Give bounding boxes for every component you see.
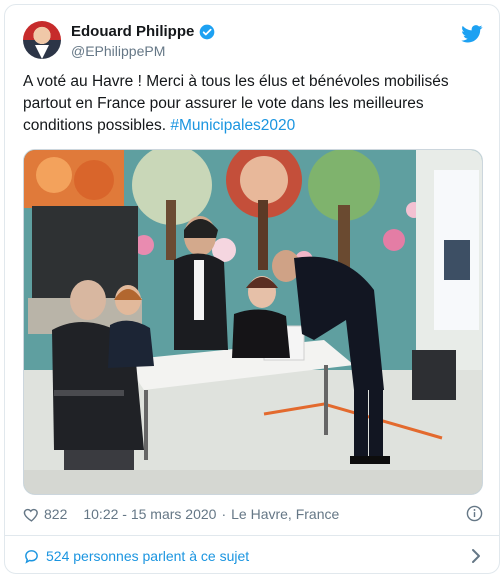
info-icon[interactable] xyxy=(466,505,483,522)
tweet-timestamp[interactable]: 10:22 - 15 mars 2020 xyxy=(83,506,216,522)
like-count: 822 xyxy=(44,506,68,522)
reply-bubble-icon xyxy=(25,549,38,564)
avatar[interactable] xyxy=(23,21,61,59)
conversation-label: 524 personnes parlent à ce sujet xyxy=(46,548,250,564)
heart-icon[interactable] xyxy=(23,506,40,523)
divider xyxy=(5,535,499,536)
verified-badge-icon xyxy=(200,24,215,39)
hashtag-link[interactable]: #Municipales2020 xyxy=(170,117,295,134)
tweet-text: A voté au Havre ! Merci à tous les élus … xyxy=(23,71,485,137)
tweet-photo[interactable] xyxy=(23,149,483,495)
user-handle[interactable]: @EPhilippePM xyxy=(71,43,165,59)
tweet-location[interactable]: Le Havre, France xyxy=(231,506,339,522)
tweet-meta: 822 10:22 - 15 mars 2020 · Le Havre, Fra… xyxy=(23,503,483,525)
tweet-header: Edouard Philippe @EPhilippePM xyxy=(19,19,485,67)
chevron-right-icon xyxy=(472,549,480,563)
twitter-bird-icon[interactable] xyxy=(461,25,483,43)
tweet-card: Edouard Philippe @EPhilippePM A voté au … xyxy=(4,4,500,574)
name-row: Edouard Philippe xyxy=(71,23,215,40)
display-name[interactable]: Edouard Philippe xyxy=(71,23,194,40)
meta-separator: · xyxy=(221,506,227,522)
conversation-link[interactable]: 524 personnes parlent à ce sujet xyxy=(23,543,483,569)
polling-station-photo xyxy=(24,150,482,494)
